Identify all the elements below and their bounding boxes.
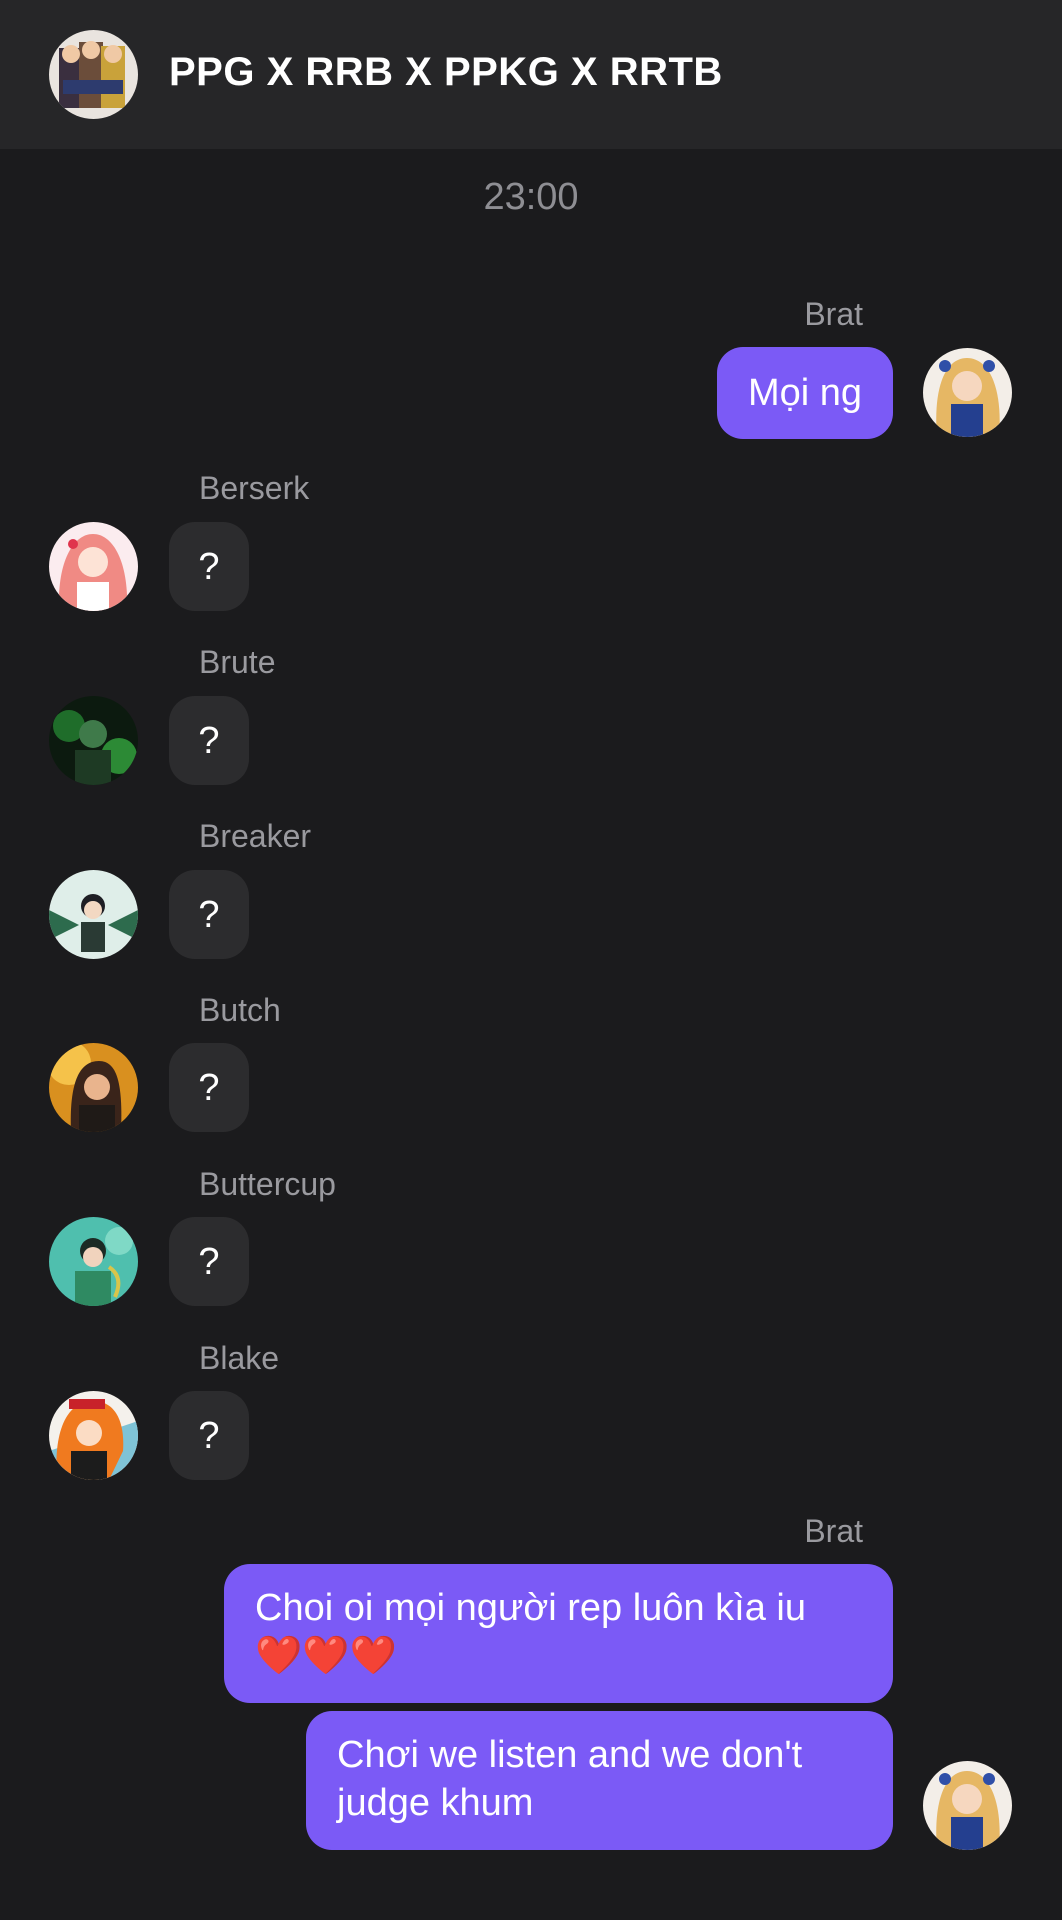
heart-emoji: ❤️❤️❤️	[255, 1635, 397, 1677]
chat-title: PPG X RRB X PPKG X RRTB	[169, 50, 723, 94]
message-text-line-2: judge khum	[337, 1782, 534, 1824]
avatar-berserk[interactable]	[49, 522, 138, 611]
incoming-message-bubble[interactable]: ?	[169, 522, 249, 611]
outgoing-message-bubble[interactable]: Mọi ng	[716, 347, 893, 439]
incoming-message-bubble[interactable]: ?	[169, 1043, 249, 1132]
avatar-brat[interactable]	[923, 348, 1012, 437]
message-timestamp: 23:00	[483, 176, 579, 218]
outgoing-message-bubble[interactable]: Chơi we listen and we don't judge khum	[306, 1711, 893, 1850]
message-text-line-1: Chơi we listen and we don't	[337, 1734, 803, 1776]
message-text: Choi oi mọi người rep luôn kìa iu	[255, 1587, 806, 1629]
avatar-breaker[interactable]	[49, 870, 138, 959]
incoming-message-bubble[interactable]: ?	[169, 870, 249, 959]
sender-name: Butch	[199, 992, 281, 1028]
sender-name: Brat	[804, 296, 863, 332]
avatar-brute[interactable]	[49, 696, 138, 785]
incoming-message-bubble[interactable]: ?	[169, 1217, 249, 1306]
sender-name: Brat	[804, 1513, 863, 1549]
sender-name: Berserk	[199, 470, 310, 506]
avatar-butch[interactable]	[49, 1043, 138, 1132]
sender-name: Breaker	[199, 818, 312, 854]
sender-name: Blake	[199, 1340, 280, 1376]
sender-name: Brute	[199, 644, 276, 680]
avatar-blake[interactable]	[49, 1391, 138, 1480]
avatar-brat[interactable]	[923, 1761, 1012, 1850]
group-avatar[interactable]	[49, 30, 138, 119]
outgoing-message-bubble[interactable]: Choi oi mọi người rep luôn kìa iu ❤️❤️❤️	[224, 1564, 893, 1703]
incoming-message-bubble[interactable]: ?	[169, 1391, 249, 1480]
chat-header: PPG X RRB X PPKG X RRTB	[0, 0, 1062, 149]
incoming-message-bubble[interactable]: ?	[169, 696, 249, 785]
avatar-buttercup[interactable]	[49, 1217, 138, 1306]
sender-name: Buttercup	[199, 1166, 336, 1202]
